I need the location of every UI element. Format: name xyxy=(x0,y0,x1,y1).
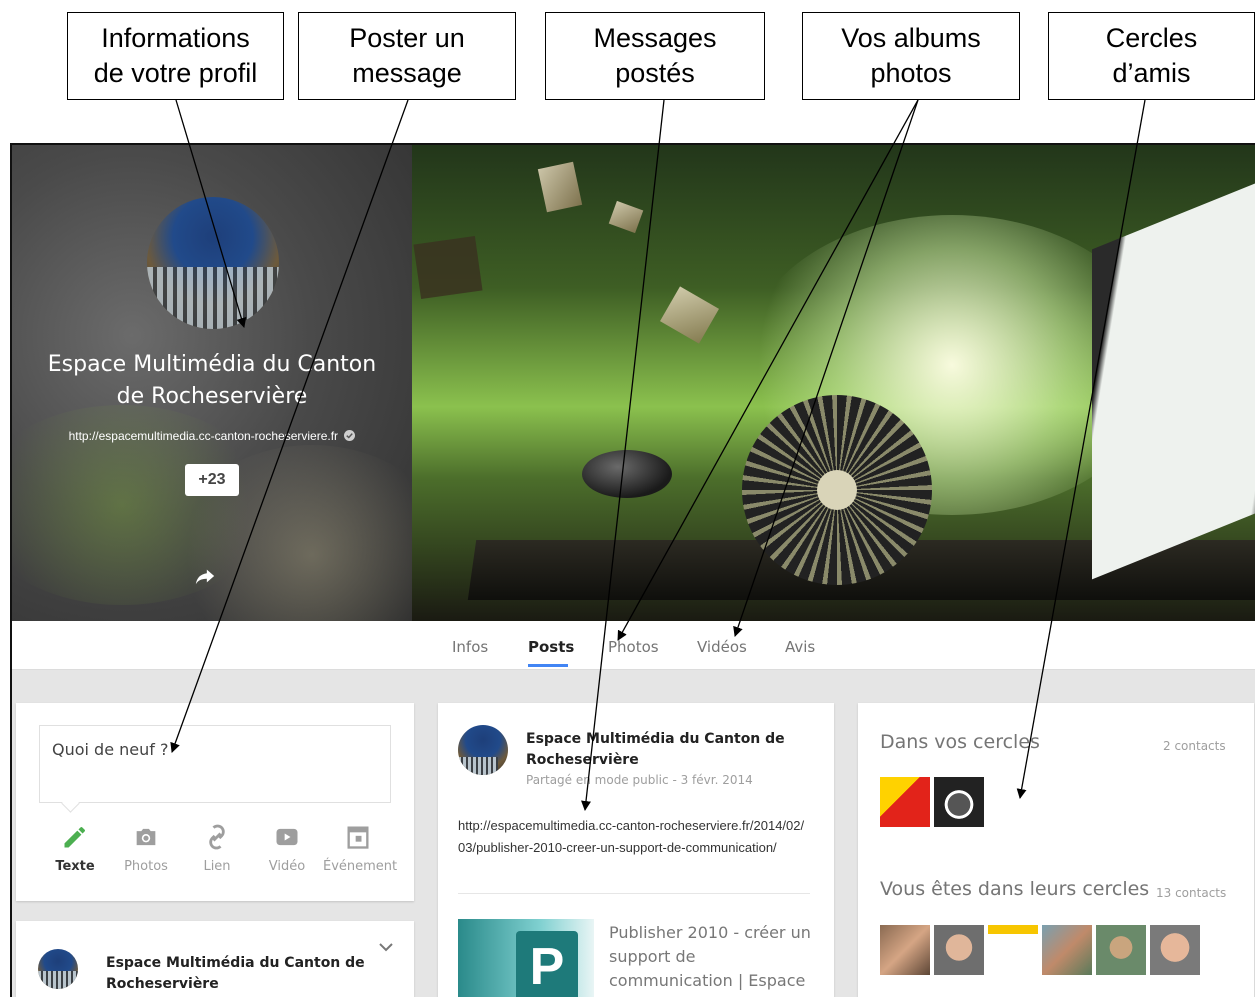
post-type-video-button[interactable]: Vidéo xyxy=(252,823,322,874)
calendar-icon xyxy=(347,826,369,849)
contact-avatar[interactable] xyxy=(880,925,930,975)
video-icon xyxy=(276,828,298,846)
post-meta: Partagé en mode public - 3 févr. 2014 xyxy=(526,773,753,787)
tab-videos[interactable]: Vidéos xyxy=(697,638,747,656)
post-visibility[interactable]: Partagé en mode public xyxy=(526,773,669,787)
post-type-link-button[interactable]: Lien xyxy=(182,823,252,874)
post-type-label: Vidéo xyxy=(268,859,306,874)
post-card-left: Espace Multimédia du Canton de Rocheserv… xyxy=(16,921,414,997)
post-type-label: Photos xyxy=(124,859,168,874)
post-link-text[interactable]: http://espacemultimedia.cc-canton-roches… xyxy=(458,815,808,859)
in-their-circles-title[interactable]: Vous êtes dans leurs cercles xyxy=(880,878,1149,900)
circles-card: Dans vos cercles 2 contacts Vous êtes da… xyxy=(858,703,1254,997)
plus-one-count-button[interactable]: +23 xyxy=(185,464,239,496)
post-card: Espace Multimédia du Canton de Rocheserv… xyxy=(438,703,834,997)
post-type-photos-button[interactable]: Photos xyxy=(111,823,181,874)
post-author[interactable]: Espace Multimédia du Canton de Rocheserv… xyxy=(106,953,366,995)
tab-infos[interactable]: Infos xyxy=(452,638,488,656)
contact-avatar[interactable] xyxy=(1042,925,1092,975)
profile-name: Espace Multimédia du Canton de Rocheserv… xyxy=(47,352,377,409)
active-tab-indicator xyxy=(528,664,568,667)
link-icon xyxy=(209,824,225,850)
camera-icon xyxy=(136,828,156,846)
cover-photo xyxy=(412,145,1255,621)
callout-posted-messages: Messages postés xyxy=(545,12,765,100)
verified-icon xyxy=(344,430,356,441)
profile-header: Espace Multimédia du Canton de Rocheserv… xyxy=(12,145,412,621)
compose-card: Quoi de neuf ? Texte Photos Lien Vidéo É… xyxy=(16,703,414,901)
post-type-event-button[interactable]: Événement xyxy=(323,823,398,874)
contact-avatar[interactable] xyxy=(880,777,930,827)
post-type-label: Événement xyxy=(323,859,398,874)
avatar[interactable] xyxy=(38,949,78,989)
google-plus-page: Espace Multimédia du Canton de Rocheserv… xyxy=(10,143,1255,997)
avatar[interactable] xyxy=(147,197,279,329)
chevron-down-icon[interactable] xyxy=(378,941,394,953)
callout-post-message: Poster un message xyxy=(298,12,516,100)
tab-photos[interactable]: Photos xyxy=(608,638,659,656)
post-date[interactable]: 3 févr. 2014 xyxy=(681,773,753,787)
in-their-circles-count[interactable]: 13 contacts xyxy=(1156,886,1226,900)
contact-avatar[interactable] xyxy=(988,925,1038,975)
divider xyxy=(458,893,810,894)
post-type-label: Texte xyxy=(55,859,95,874)
contact-avatar[interactable] xyxy=(934,777,984,827)
compose-input[interactable]: Quoi de neuf ? xyxy=(39,725,391,803)
callout-friend-circles: Cercles d’amis xyxy=(1048,12,1255,100)
compose-placeholder: Quoi de neuf ? xyxy=(52,740,169,759)
callout-photo-albums: Vos albums photos xyxy=(802,12,1020,100)
callout-profile-info: Informations de votre profil xyxy=(67,12,284,100)
contact-avatar[interactable] xyxy=(1150,925,1200,975)
contact-avatar[interactable] xyxy=(1096,925,1146,975)
post-type-label: Lien xyxy=(203,859,231,874)
in-your-circles-title[interactable]: Dans vos cercles xyxy=(880,731,1040,753)
pencil-icon xyxy=(64,826,86,848)
share-icon[interactable] xyxy=(194,565,216,587)
in-your-circles-count[interactable]: 2 contacts xyxy=(1163,739,1226,753)
tab-posts[interactable]: Posts xyxy=(528,638,574,656)
avatar[interactable] xyxy=(458,725,508,775)
link-preview-title[interactable]: Publisher 2010 - créer un support de com… xyxy=(609,921,814,997)
link-preview-image[interactable]: P xyxy=(458,919,594,997)
post-author[interactable]: Espace Multimédia du Canton de Rocheserv… xyxy=(526,729,786,771)
profile-url-text[interactable]: http://espacemultimedia.cc-canton-roches… xyxy=(69,429,338,443)
contact-avatar[interactable] xyxy=(934,925,984,975)
profile-url[interactable]: http://espacemultimedia.cc-canton-roches… xyxy=(32,429,392,443)
profile-tabs: Infos Posts Photos Vidéos Avis xyxy=(12,621,1255,670)
post-type-text-button[interactable]: Texte xyxy=(40,823,110,874)
tab-avis[interactable]: Avis xyxy=(785,638,815,656)
